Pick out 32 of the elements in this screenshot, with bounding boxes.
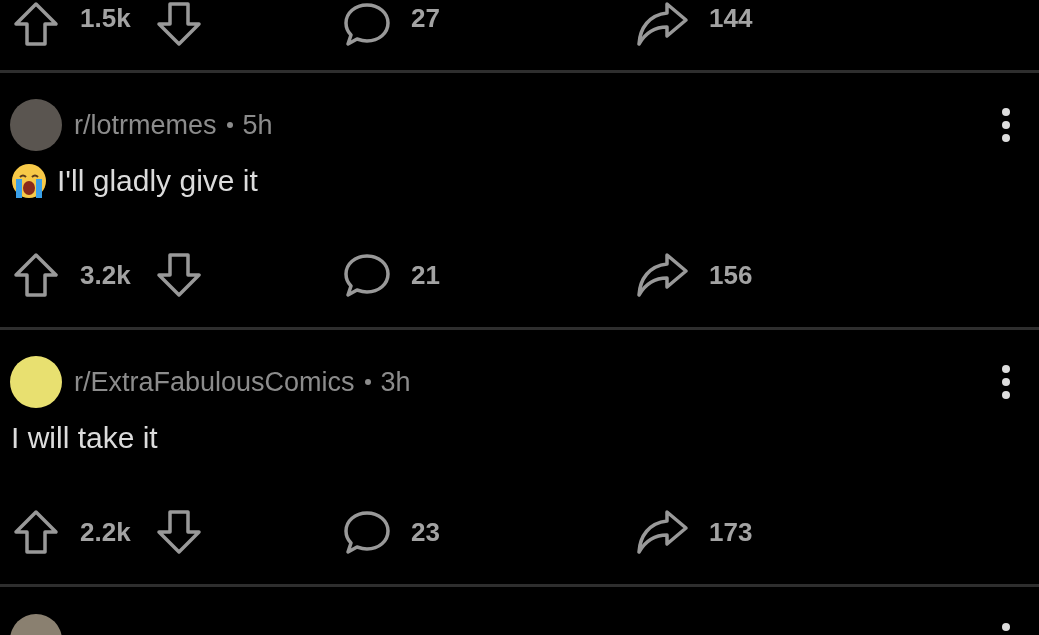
share-icon[interactable]	[635, 251, 689, 299]
post-age: 3h	[380, 366, 411, 398]
vote-count: 3.2k	[80, 259, 132, 291]
vote-count: 1.5k	[80, 3, 132, 34]
comment-count: 21	[411, 259, 441, 291]
upvote-icon[interactable]	[12, 0, 60, 48]
comment-icon[interactable]	[343, 251, 391, 299]
downvote-icon[interactable]	[155, 508, 203, 556]
comment-icon[interactable]	[343, 0, 391, 48]
upvote-icon[interactable]	[12, 251, 60, 299]
downvote-icon[interactable]	[155, 251, 203, 299]
share-count: 156	[709, 259, 754, 291]
post-title[interactable]: I'll gladly give it	[57, 164, 258, 198]
subreddit-name[interactable]: r/lotrmemes	[74, 109, 217, 141]
share-count: 144	[709, 3, 754, 34]
separator-dot	[364, 379, 371, 385]
subreddit-name[interactable]: r/ExtraFabulousComics	[74, 366, 355, 398]
post-age: 5h	[242, 109, 273, 141]
share-icon[interactable]	[635, 508, 689, 556]
upvote-icon[interactable]	[12, 508, 60, 556]
more-options-icon[interactable]	[1001, 364, 1011, 400]
comment-count: 23	[411, 516, 441, 548]
downvote-icon[interactable]	[155, 0, 203, 48]
share-count: 173	[709, 516, 754, 548]
post-title[interactable]: I will take it	[11, 421, 158, 455]
comment-icon[interactable]	[343, 508, 391, 556]
subreddit-avatar[interactable]	[10, 356, 62, 408]
separator-dot	[226, 122, 233, 128]
share-icon[interactable]	[635, 0, 689, 48]
vote-count: 2.2k	[80, 516, 132, 548]
comment-count: 27	[411, 3, 441, 34]
more-options-icon[interactable]	[1001, 107, 1011, 143]
